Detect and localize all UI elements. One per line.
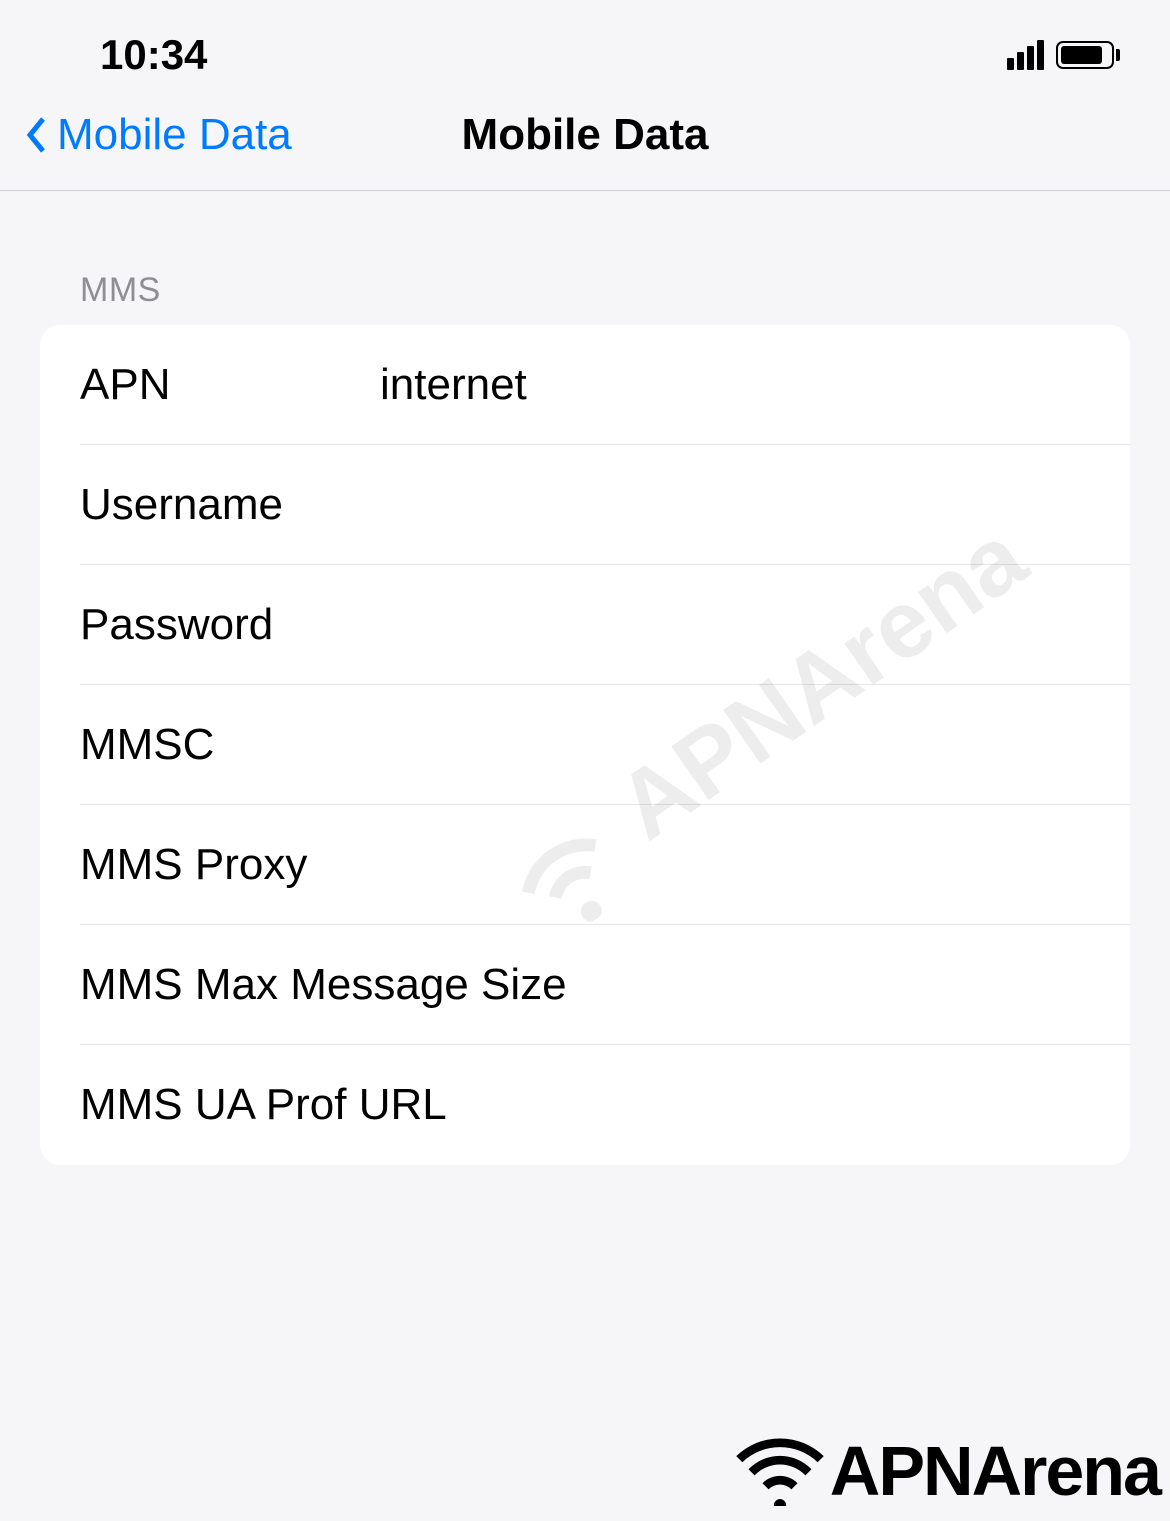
chevron-left-icon <box>25 116 47 154</box>
page-title: Mobile Data <box>462 110 709 160</box>
row-mms-ua-prof[interactable]: MMS UA Prof URL <box>40 1045 1130 1165</box>
row-password[interactable]: Password <box>40 565 1130 685</box>
row-label-apn: APN <box>80 360 380 410</box>
wifi-icon <box>735 1436 825 1506</box>
row-label-mms-ua-prof: MMS UA Prof URL <box>80 1080 585 1130</box>
status-bar: 10:34 <box>0 0 1170 95</box>
section-header-mms: MMS <box>40 271 1130 325</box>
footer-brand: APNArena <box>735 1431 1160 1511</box>
status-time: 10:34 <box>100 31 207 79</box>
settings-group: APN internet Username Password MMSC MMS … <box>40 325 1130 1165</box>
row-label-username: Username <box>80 480 380 530</box>
row-label-mmsc: MMSC <box>80 720 380 770</box>
back-button[interactable]: Mobile Data <box>25 110 292 160</box>
row-mms-proxy[interactable]: MMS Proxy <box>40 805 1130 925</box>
row-value-apn[interactable]: internet <box>380 360 1090 410</box>
battery-icon <box>1056 41 1120 69</box>
row-mmsc[interactable]: MMSC <box>40 685 1130 805</box>
row-mms-max-size[interactable]: MMS Max Message Size <box>40 925 1130 1045</box>
row-username[interactable]: Username <box>40 445 1130 565</box>
row-label-mms-max-size: MMS Max Message Size <box>80 960 585 1010</box>
row-apn[interactable]: APN internet <box>40 325 1130 445</box>
row-label-password: Password <box>80 600 380 650</box>
navigation-bar: Mobile Data Mobile Data <box>0 95 1170 191</box>
cellular-signal-icon <box>1007 40 1044 70</box>
footer-brand-text: APNArena <box>830 1431 1160 1511</box>
row-label-mms-proxy: MMS Proxy <box>80 840 380 890</box>
status-indicators <box>1007 40 1120 70</box>
back-button-label: Mobile Data <box>57 110 292 160</box>
